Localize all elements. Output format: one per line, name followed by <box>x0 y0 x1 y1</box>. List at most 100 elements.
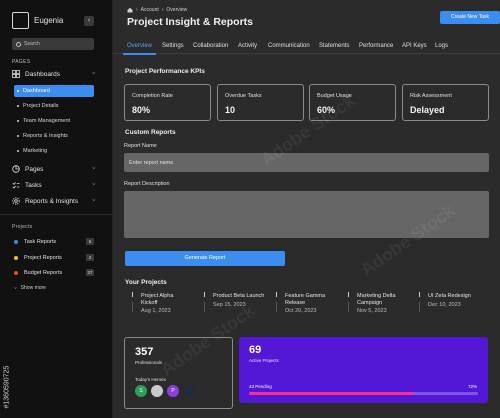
bullet-icon <box>17 150 19 152</box>
sidebar-item-label: Dashboard <box>23 88 50 94</box>
nav-tasks[interactable]: Tasks › <box>12 179 96 191</box>
timeline-item-name: Feature Gamma Release <box>285 293 326 306</box>
generate-report-button[interactable]: Generate Report <box>125 251 285 266</box>
sidebar-item-marketing[interactable]: Marketing <box>14 145 94 157</box>
timeline-item-name: Marketing Delta Campaign <box>357 293 396 306</box>
logo-icon <box>12 12 29 29</box>
collapse-sidebar-button[interactable]: ‹ <box>84 16 94 26</box>
sidebar-item-label: Reports & Insights <box>23 133 68 139</box>
kpi-label: Overdue Tasks <box>225 93 262 99</box>
timeline-marker <box>348 302 349 312</box>
status-dot <box>14 240 18 244</box>
kpi-label: Completion Rate <box>132 93 173 99</box>
timeline-item-date: Aug 1, 2023 <box>141 308 171 314</box>
tab-logs[interactable]: Logs <box>435 43 448 49</box>
timeline-item-name: Project Alpha Kickoff <box>141 293 174 306</box>
search-icon <box>16 41 21 47</box>
tab-statements[interactable]: Statements <box>319 43 349 49</box>
home-icon[interactable] <box>127 7 133 13</box>
settings-icon <box>12 197 20 205</box>
tab-settings[interactable]: Settings <box>162 43 184 49</box>
sidebar-item-project-details[interactable]: Project Details <box>14 100 94 112</box>
tab-collaboration[interactable]: Collaboration <box>193 43 228 49</box>
tab-communication[interactable]: Communication <box>268 43 310 49</box>
nav-dashboards[interactable]: Dashboards › <box>12 68 96 80</box>
pending-label: 43 Pending <box>249 384 272 389</box>
count-badge: 2 <box>86 254 94 261</box>
stock-id-label: #1360590725 <box>2 300 11 418</box>
active-projects-label: Active Projects <box>249 358 279 363</box>
search-box[interactable]: Search <box>12 38 94 50</box>
pages-section-label: PAGES <box>12 59 31 65</box>
chevron-down-icon: › <box>11 287 18 289</box>
progress-percent: 72% <box>467 384 477 389</box>
timeline-marker <box>132 292 133 297</box>
kpi-value: Delayed <box>410 105 445 115</box>
count-badge: 6 <box>86 238 94 245</box>
projects-section-label: Projects <box>12 224 33 230</box>
project-label: Task Reports <box>24 239 57 245</box>
breadcrumb-separator-icon: › <box>136 7 138 13</box>
nav-pages-label: Pages <box>25 165 44 173</box>
nav-pages[interactable]: Pages › <box>12 163 96 175</box>
avatar[interactable] <box>151 385 163 397</box>
timeline-marker <box>348 292 349 297</box>
tabs-divider <box>113 53 500 54</box>
sidebar-item-label: Team Management <box>23 118 71 124</box>
timeline-marker <box>204 302 205 312</box>
timeline-item-gamma[interactable]: Feature Gamma Release Oct 20, 2023 <box>285 293 333 315</box>
chevron-down-icon: › <box>90 72 96 74</box>
timeline-marker <box>419 292 420 297</box>
progress-bar <box>249 392 478 395</box>
breadcrumb-separator-icon: › <box>161 7 164 13</box>
kpi-heading: Project Performance KPIs <box>125 68 205 75</box>
tab-performance[interactable]: Performance <box>359 43 393 49</box>
nav-dashboards-label: Dashboards <box>25 70 61 78</box>
timeline-item-date: Nov 5, 2023 <box>357 308 387 314</box>
tab-api-keys[interactable]: API Keys <box>402 43 427 49</box>
breadcrumb-account[interactable]: Account <box>141 7 159 13</box>
avatar[interactable] <box>183 385 195 397</box>
search-input[interactable]: Search <box>24 41 40 47</box>
sidebar-project-project-reports[interactable]: Project Reports 2 <box>14 253 94 263</box>
report-name-input[interactable] <box>124 153 489 172</box>
avatar[interactable]: S <box>135 385 147 397</box>
show-more-link[interactable]: › Show more <box>11 285 46 291</box>
status-dot <box>14 271 18 275</box>
tab-overview[interactable]: Overview <box>127 43 152 49</box>
timeline-marker <box>276 292 277 297</box>
kpi-label: Risk Assessment <box>410 93 452 99</box>
nav-reports-insights[interactable]: Reports & Insights › <box>12 195 96 207</box>
tab-activity[interactable]: Activity <box>238 43 257 49</box>
sidebar-project-budget-reports[interactable]: Budget Reports 37 <box>14 268 94 278</box>
active-projects-count: 69 <box>249 344 262 356</box>
tasks-icon <box>12 181 20 189</box>
brand[interactable]: Eugenia <box>12 12 63 29</box>
nav-tasks-label: Tasks <box>25 181 42 189</box>
project-label: Budget Reports <box>24 270 63 276</box>
sidebar-project-task-reports[interactable]: Task Reports 6 <box>14 237 94 247</box>
sidebar-item-dashboard[interactable]: Dashboard <box>14 85 94 97</box>
sidebar-item-team-management[interactable]: Team Management <box>14 115 94 127</box>
sidebar: Eugenia ‹ Search PAGES Dashboards › Dash… <box>0 0 113 418</box>
kpi-card-risk-assessment: Risk Assessment Delayed <box>402 84 489 121</box>
avatar[interactable]: P <box>167 385 179 397</box>
timeline-item-alpha[interactable]: Project Alpha Kickoff Aug 1, 2023 <box>141 293 189 315</box>
timeline-item-delta[interactable]: Marketing Delta Campaign Nov 5, 2023 <box>357 293 409 315</box>
timeline-marker <box>204 292 205 297</box>
create-new-task-button[interactable]: Create New Task <box>440 11 500 24</box>
sidebar-item-reports-insights[interactable]: Reports & Insights <box>14 130 94 142</box>
timeline-item-zeta[interactable]: UI Zeta Redesign Dec 10, 2023 <box>428 293 498 308</box>
show-more-label: Show more <box>20 285 46 291</box>
nav-reports-label: Reports & Insights <box>25 197 79 205</box>
breadcrumb-overview[interactable]: Overview <box>166 7 187 13</box>
timeline-marker <box>276 302 277 312</box>
timeline-marker <box>419 302 420 312</box>
kpi-value: 80% <box>132 105 151 115</box>
professionals-count: 357 <box>135 346 154 358</box>
chevron-down-icon: › <box>90 167 96 169</box>
progress-bar-fill <box>249 392 414 395</box>
kpi-card-overdue-tasks: Overdue Tasks 10 <box>217 84 304 121</box>
timeline-item-name: Product Beta Launch <box>213 293 265 299</box>
report-name-label: Report Name <box>124 143 157 149</box>
